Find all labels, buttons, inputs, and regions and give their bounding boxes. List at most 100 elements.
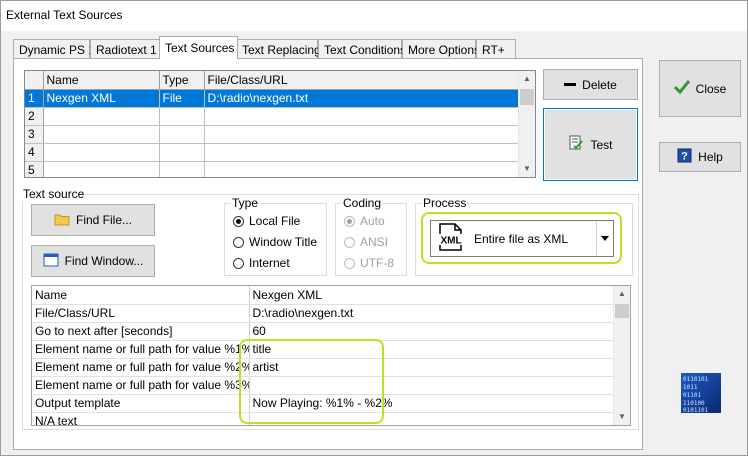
property-name: Go to next after [seconds] — [32, 322, 250, 341]
process-select-value: Entire file as XML — [474, 231, 569, 246]
cell-name[interactable] — [43, 125, 160, 144]
property-value[interactable]: Now Playing: %1% - %2% — [249, 394, 615, 413]
property-name: Element name or full path for value %1% — [32, 340, 250, 359]
test-button-label: Test — [590, 137, 613, 152]
property-name: N/A text — [32, 412, 250, 425]
radio-button[interactable] — [233, 236, 244, 248]
table-row[interactable]: 3 — [25, 125, 521, 144]
cell-url[interactable] — [204, 161, 521, 177]
coding-radio-auto: Auto — [344, 214, 385, 228]
radio-button — [344, 236, 355, 248]
cell-type[interactable] — [159, 125, 205, 144]
type-radio-local-file[interactable]: Local File — [233, 214, 300, 228]
property-row[interactable]: File/Class/URL D:\radio\nexgen.txt — [32, 304, 615, 323]
cell-url[interactable] — [204, 143, 521, 162]
tab-radiotext-1[interactable]: Radiotext 1 — [90, 39, 163, 58]
radio-label: Internet — [249, 256, 290, 270]
scroll-down-arrow-icon[interactable]: ▼ — [519, 161, 535, 177]
process-group-label: Process — [422, 196, 468, 210]
radio-button — [344, 215, 355, 227]
folder-icon — [54, 212, 70, 229]
cell-type[interactable] — [159, 107, 205, 126]
cell-url[interactable]: D:\radio\nexgen.txt — [204, 89, 521, 108]
cell-name[interactable] — [43, 107, 160, 126]
cell-name[interactable]: Nexgen XML — [43, 89, 160, 108]
help-button-label: Help — [698, 150, 723, 164]
radio-button[interactable] — [233, 257, 244, 269]
property-value[interactable]: 60 — [249, 322, 615, 341]
xml-icon-text: XML — [440, 236, 461, 247]
close-button[interactable]: Close — [659, 60, 741, 117]
find-window-button[interactable]: Find Window... — [31, 245, 155, 277]
property-name: File/Class/URL — [32, 304, 250, 323]
column-header-name[interactable]: Name — [43, 71, 160, 90]
tab-label: RT+ — [482, 43, 505, 57]
type-radio-internet[interactable]: Internet — [233, 256, 290, 270]
dropdown-arrow-icon[interactable] — [596, 221, 613, 256]
cell-type[interactable] — [159, 161, 205, 177]
column-header-type[interactable]: Type — [159, 71, 205, 90]
property-value[interactable]: title — [249, 340, 615, 359]
tab-label: Radiotext 1 — [96, 43, 157, 57]
property-value[interactable] — [249, 412, 615, 425]
table-row[interactable]: 5 — [25, 161, 521, 177]
text-source-group-label: Text source — [22, 187, 86, 201]
cell-name[interactable] — [43, 161, 160, 177]
cell-type[interactable] — [159, 143, 205, 162]
property-value[interactable]: artist — [249, 358, 615, 377]
radio-button[interactable] — [233, 215, 244, 227]
sources-table[interactable]: Name Type File/Class/URL 1 Nexgen XML Fi… — [24, 70, 536, 178]
property-value[interactable]: D:\radio\nexgen.txt — [249, 304, 615, 323]
type-radio-window-title[interactable]: Window Title — [233, 235, 317, 249]
row-number: 1 — [25, 89, 44, 108]
property-row[interactable]: Element name or full path for value %3% — [32, 376, 615, 395]
tab-more-options[interactable]: More Options — [402, 39, 480, 58]
xml-file-icon: XML — [436, 223, 466, 254]
column-header-url[interactable]: File/Class/URL — [204, 71, 521, 90]
coding-group: Coding Auto ANSI UTF-8 — [335, 196, 407, 276]
tab-text-replacing[interactable]: Text Replacing — [236, 39, 321, 58]
table-row[interactable]: 4 — [25, 143, 521, 162]
checkmark-icon — [673, 80, 690, 97]
table-row[interactable]: 2 — [25, 107, 521, 126]
coding-radio-ansi: ANSI — [344, 235, 388, 249]
property-name: Element name or full path for value %3% — [32, 376, 250, 395]
tab-rt-plus[interactable]: RT+ — [476, 39, 516, 58]
property-row[interactable]: N/A text — [32, 412, 615, 425]
find-file-button[interactable]: Find File... — [31, 204, 155, 236]
delete-button[interactable]: Delete — [543, 69, 638, 100]
tab-label: More Options — [408, 43, 481, 57]
properties-scrollbar[interactable]: ▲ ▼ — [613, 286, 630, 425]
scroll-thumb[interactable] — [520, 89, 534, 105]
sources-table-scrollbar[interactable]: ▲ ▼ — [518, 71, 535, 177]
cell-type[interactable]: File — [159, 89, 205, 108]
property-row[interactable]: Go to next after [seconds] 60 — [32, 322, 615, 341]
property-value[interactable] — [249, 376, 615, 395]
scroll-thumb[interactable] — [615, 304, 629, 318]
help-button[interactable]: ? Help — [659, 142, 741, 172]
property-row[interactable]: Output template Now Playing: %1% - %2% — [32, 394, 615, 413]
binary-data-logo-icon: 0110101 1011 01101 110100 0101101 — [681, 373, 721, 414]
properties-grid[interactable]: Name Nexgen XML File/Class/URL D:\radio\… — [31, 285, 631, 426]
tab-label: Text Replacing — [242, 43, 321, 57]
tab-label: Dynamic PS 1 — [19, 43, 96, 57]
tab-dynamic-ps-1[interactable]: Dynamic PS 1 — [13, 39, 95, 58]
type-group: Type Local File Window Title Internet — [224, 196, 327, 276]
scroll-up-arrow-icon[interactable]: ▲ — [614, 286, 630, 302]
cell-url[interactable] — [204, 125, 521, 144]
cell-url[interactable] — [204, 107, 521, 126]
cell-name[interactable] — [43, 143, 160, 162]
property-value[interactable]: Nexgen XML — [249, 286, 615, 305]
property-name: Element name or full path for value %2% — [32, 358, 250, 377]
tab-text-sources[interactable]: Text Sources — [159, 36, 238, 59]
property-row[interactable]: Element name or full path for value %2% … — [32, 358, 615, 377]
scroll-up-arrow-icon[interactable]: ▲ — [519, 71, 535, 87]
table-row[interactable]: 1 Nexgen XML File D:\radio\nexgen.txt — [25, 89, 521, 108]
tab-text-conditions[interactable]: Text Conditions — [318, 39, 406, 58]
test-button[interactable]: Test — [543, 108, 638, 181]
scroll-down-arrow-icon[interactable]: ▼ — [614, 409, 630, 425]
process-select[interactable]: XML Entire file as XML — [430, 220, 614, 257]
property-row[interactable]: Element name or full path for value %1% … — [32, 340, 615, 359]
svg-text:?: ? — [681, 151, 688, 163]
property-row[interactable]: Name Nexgen XML — [32, 286, 615, 305]
